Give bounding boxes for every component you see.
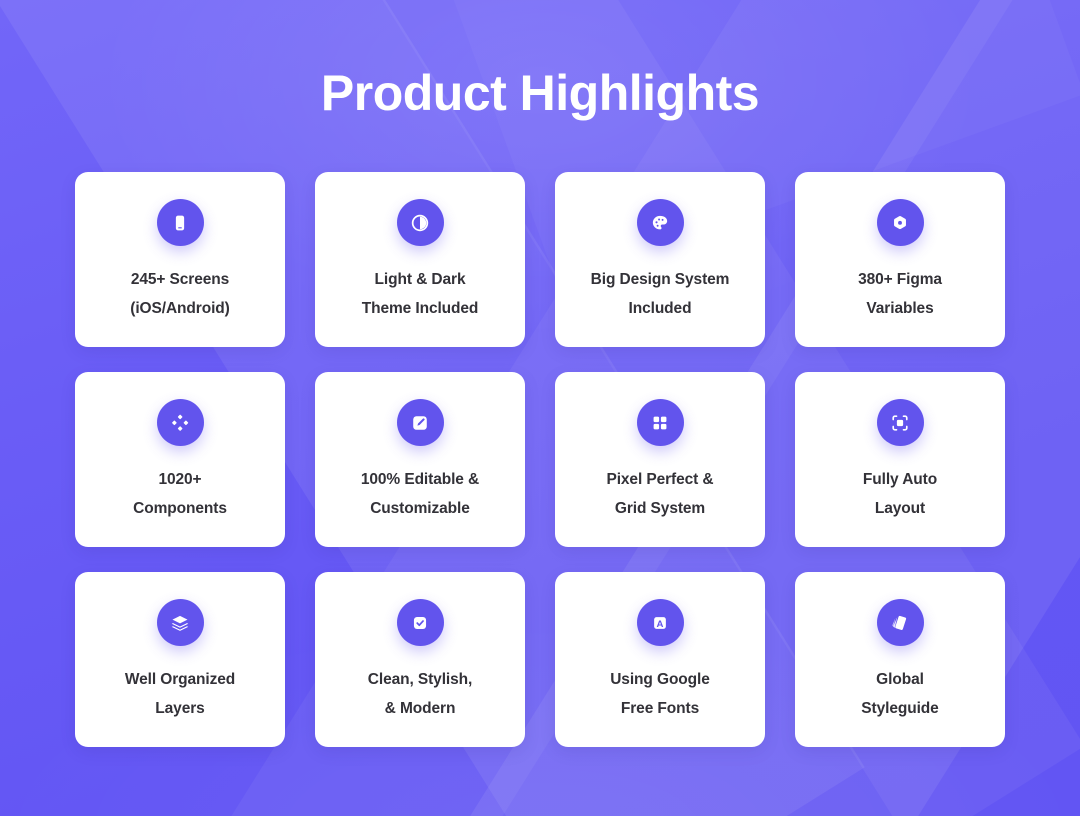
- highlight-card-components[interactable]: 1020+ Components: [75, 372, 285, 547]
- icon-badge: A: [636, 599, 684, 646]
- hexagon-variable-icon: [889, 212, 911, 234]
- icon-badge: [876, 599, 924, 646]
- card-label: Global Styleguide: [861, 671, 939, 718]
- card-label: 100% Editable & Customizable: [360, 471, 480, 518]
- icon-badge: [396, 399, 444, 446]
- svg-text:A: A: [657, 618, 664, 629]
- mobile-phone-icon: [169, 212, 191, 234]
- highlight-card-grid: 245+ Screens (iOS/Android) Light & Dark …: [75, 172, 1005, 747]
- four-square-grid-icon: [649, 412, 671, 434]
- icon-badge: [876, 399, 924, 446]
- highlight-card-auto-layout[interactable]: Fully Auto Layout: [795, 372, 1005, 547]
- paint-palette-icon: [649, 212, 671, 234]
- icon-badge: [876, 199, 924, 246]
- highlight-card-design-system[interactable]: Big Design System Included: [555, 172, 765, 347]
- icon-badge: [396, 199, 444, 246]
- card-label: Fully Auto Layout: [862, 471, 938, 518]
- highlight-card-editable-customizable[interactable]: 100% Editable & Customizable: [315, 372, 525, 547]
- highlight-card-global-styleguide[interactable]: Global Styleguide: [795, 572, 1005, 747]
- highlight-card-pixel-perfect-grid[interactable]: Pixel Perfect & Grid System: [555, 372, 765, 547]
- page-title: Product Highlights: [320, 65, 760, 121]
- highlight-card-light-dark-theme[interactable]: Light & Dark Theme Included: [315, 172, 525, 347]
- four-diamonds-component-icon: [169, 412, 191, 434]
- scan-frame-icon: [889, 412, 911, 434]
- pencil-edit-icon: [409, 412, 431, 434]
- icon-badge: [156, 599, 204, 646]
- card-label: Pixel Perfect & Grid System: [606, 471, 714, 518]
- card-label: Well Organized Layers: [124, 671, 236, 718]
- card-label: 380+ Figma Variables: [858, 271, 942, 318]
- card-label: 1020+ Components: [133, 471, 227, 518]
- card-label: Using Google Free Fonts: [610, 671, 710, 718]
- highlight-card-245-screens[interactable]: 245+ Screens (iOS/Android): [75, 172, 285, 347]
- card-label: Light & Dark Theme Included: [361, 271, 479, 318]
- letter-a-font-icon: A: [649, 612, 671, 634]
- highlight-card-google-fonts[interactable]: A Using Google Free Fonts: [555, 572, 765, 747]
- card-label: Clean, Stylish, & Modern: [367, 671, 473, 718]
- card-label: Big Design System Included: [590, 271, 730, 318]
- highlight-card-organized-layers[interactable]: Well Organized Layers: [75, 572, 285, 747]
- checkbox-check-icon: [409, 612, 431, 634]
- icon-badge: [636, 399, 684, 446]
- stacked-layers-icon: [169, 612, 191, 634]
- icon-badge: [636, 199, 684, 246]
- tilted-book-icon: [889, 612, 911, 634]
- card-label: 245+ Screens (iOS/Android): [130, 271, 230, 318]
- highlight-card-clean-stylish-modern[interactable]: Clean, Stylish, & Modern: [315, 572, 525, 747]
- highlight-card-figma-variables[interactable]: 380+ Figma Variables: [795, 172, 1005, 347]
- icon-badge: [156, 199, 204, 246]
- icon-badge: [156, 399, 204, 446]
- contrast-half-circle-icon: [409, 212, 431, 234]
- icon-badge: [396, 599, 444, 646]
